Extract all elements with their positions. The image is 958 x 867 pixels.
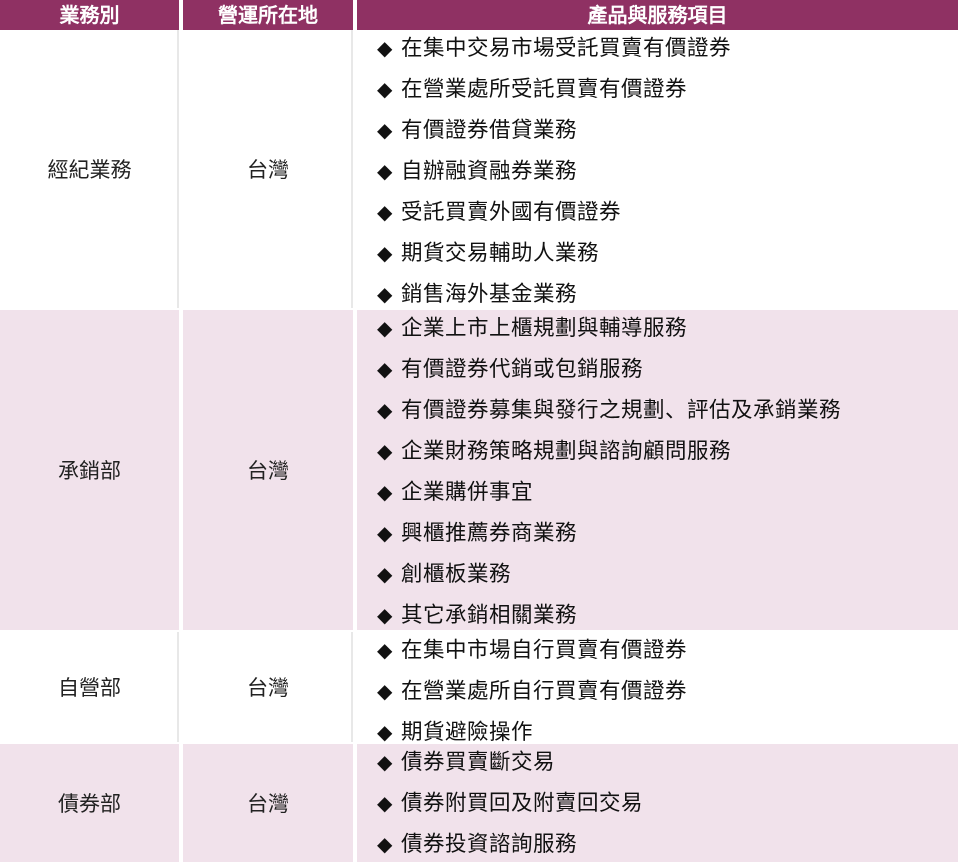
list-item: ◆ 債券買賣斷交易 [377, 744, 958, 785]
row-brokerage-business: 經紀業務 [0, 30, 179, 310]
list-item: ◆ 有價證券代銷或包銷服務 [377, 351, 958, 392]
list-item: ◆ 在營業處所受託買賣有價證券 [377, 71, 958, 112]
list-item: ◆ 在營業處所自行買賣有價證券 [377, 673, 958, 714]
underwriting-item-list: ◆ 企業上市上櫃規劃與輔導服務 ◆ 有價證券代銷或包銷服務 ◆ 有價證券募集與發行之規… [357, 310, 958, 638]
business-products-table: 業務別 營運所在地 產品與服務項目 經紀業務 台灣 ◆ 在集中交易市場受託買賣有價… [0, 0, 958, 864]
diamond-bullet-icon: ◆ [377, 679, 393, 703]
list-item: ◆ 自辦融資融券業務 [377, 153, 958, 194]
diamond-bullet-icon: ◆ [377, 159, 393, 183]
row-bond-items: ◆ 債券買賣斷交易 ◆ 債券附買回及附賣回交易 ◆ 債券投資諮詢服務 [357, 744, 958, 864]
row-underwriting-business: 承銷部 [0, 310, 179, 632]
diamond-bullet-icon: ◆ [377, 118, 393, 142]
diamond-bullet-icon: ◆ [377, 562, 393, 586]
row-proprietary-business: 自營部 [0, 632, 179, 744]
diamond-bullet-icon: ◆ [377, 832, 393, 856]
diamond-bullet-icon: ◆ [377, 398, 393, 422]
list-item: ◆ 企業財務策略規劃與諮詢顧問服務 [377, 433, 958, 474]
row-underwriting-items: ◆ 企業上市上櫃規劃與輔導服務 ◆ 有價證券代銷或包銷服務 ◆ 有價證券募集與發行之規… [357, 310, 958, 632]
proprietary-item-list: ◆ 在集中市場自行買賣有價證券 ◆ 在營業處所自行買賣有價證券 ◆ 期貨避險操作 [357, 632, 958, 755]
diamond-bullet-icon: ◆ [377, 316, 393, 340]
diamond-bullet-icon: ◆ [377, 638, 393, 662]
diamond-bullet-icon: ◆ [377, 357, 393, 381]
row-brokerage-location: 台灣 [183, 30, 353, 310]
row-proprietary-items: ◆ 在集中市場自行買賣有價證券 ◆ 在營業處所自行買賣有價證券 ◆ 期貨避險操作 [357, 632, 958, 745]
diamond-bullet-icon: ◆ [377, 603, 393, 627]
row-proprietary-location: 台灣 [183, 632, 353, 744]
row-bond-business: 債券部 [0, 744, 179, 864]
bond-item-list: ◆ 債券買賣斷交易 ◆ 債券附買回及附賣回交易 ◆ 債券投資諮詢服務 [357, 744, 958, 867]
diamond-bullet-icon: ◆ [377, 36, 393, 60]
diamond-bullet-icon: ◆ [377, 200, 393, 224]
header-location: 營運所在地 [183, 0, 353, 30]
diamond-bullet-icon: ◆ [377, 750, 393, 774]
brokerage-item-list: ◆ 在集中交易市場受託買賣有價證券 ◆ 在營業處所受託買賣有價證券 ◆ 有價證券借貸業… [357, 30, 958, 317]
list-item: ◆ 興櫃推薦券商業務 [377, 515, 958, 556]
list-item: ◆ 債券附買回及附賣回交易 [377, 785, 958, 826]
list-item: ◆ 有價證券借貸業務 [377, 112, 958, 153]
diamond-bullet-icon: ◆ [377, 439, 393, 463]
list-item: ◆ 有價證券募集與發行之規劃、評估及承銷業務 [377, 392, 958, 433]
list-item: ◆ 期貨交易輔助人業務 [377, 235, 958, 276]
diamond-bullet-icon: ◆ [377, 791, 393, 815]
diamond-bullet-icon: ◆ [377, 521, 393, 545]
diamond-bullet-icon: ◆ [377, 282, 393, 306]
diamond-bullet-icon: ◆ [377, 241, 393, 265]
diamond-bullet-icon: ◆ [377, 77, 393, 101]
row-underwriting-location: 台灣 [183, 310, 353, 632]
header-business-type: 業務別 [0, 0, 179, 30]
row-brokerage-items: ◆ 在集中交易市場受託買賣有價證券 ◆ 在營業處所受託買賣有價證券 ◆ 有價證券借貸業… [357, 30, 958, 310]
list-item: ◆ 在集中市場自行買賣有價證券 [377, 632, 958, 673]
list-item: ◆ 受託買賣外國有價證券 [377, 194, 958, 235]
list-item: ◆ 在集中交易市場受託買賣有價證券 [377, 30, 958, 71]
row-bond-location: 台灣 [183, 744, 353, 864]
list-item: ◆ 創櫃板業務 [377, 556, 958, 597]
list-item: ◆ 債券投資諮詢服務 [377, 826, 958, 867]
list-item: ◆ 企業上市上櫃規劃與輔導服務 [377, 310, 958, 351]
header-products-services: 產品與服務項目 [357, 0, 958, 30]
list-item: ◆ 企業購併事宜 [377, 474, 958, 515]
diamond-bullet-icon: ◆ [377, 480, 393, 504]
